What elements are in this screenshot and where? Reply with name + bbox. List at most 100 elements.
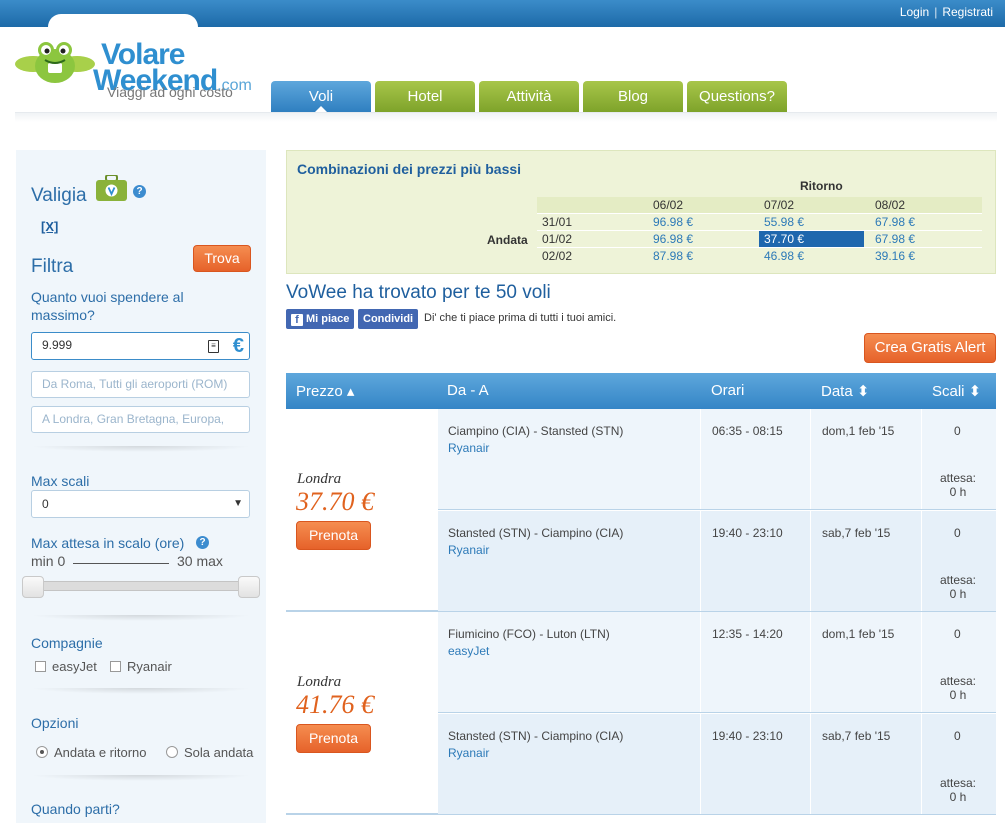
slider-max-handle[interactable] [238, 576, 260, 598]
clear-valigia-link[interactable]: [X] [41, 219, 58, 234]
tab-questions[interactable]: Questions? [687, 81, 787, 112]
wait-range-slider[interactable] [22, 576, 260, 598]
checkbox-box[interactable] [110, 661, 121, 672]
wait-label: attesa: [939, 674, 977, 688]
max-stops-label: Max scali [31, 473, 90, 489]
flight-segment: Stansted (STN) - Ciampino (CIA) Ryanair … [438, 511, 996, 611]
segment-carrier: Ryanair [448, 746, 490, 760]
options-label: Opzioni [31, 715, 79, 731]
matrix-outbound-label: Andata [487, 233, 528, 247]
flight-segment: Ciampino (CIA) - Stansted (STN) Ryanair … [438, 409, 996, 510]
segment-wait: attesa: 0 h [928, 471, 988, 499]
max-wait-label: Max attesa in scalo (ore) [31, 535, 185, 551]
times-column: Orari [711, 382, 745, 399]
book-button[interactable]: Prenota [296, 724, 371, 753]
flight-result: Londra 37.70 € Prenota Ciampino (CIA) - … [286, 409, 996, 612]
wait-value: 0 h [949, 688, 967, 702]
account-links: Login | Registrati [900, 5, 993, 19]
matrix-price[interactable]: 96.98 € [648, 214, 693, 230]
tab-voli[interactable]: Voli [271, 81, 371, 112]
find-button[interactable]: Trova [193, 245, 251, 272]
matrix-price[interactable]: 67.98 € [870, 214, 915, 230]
radio-button[interactable] [166, 746, 178, 758]
segment-times: 19:40 - 23:10 [712, 729, 783, 743]
segment-stops: 0 [954, 627, 961, 641]
price-matrix: Combinazioni dei prezzi più bassi Ritorn… [286, 150, 996, 274]
book-button[interactable]: Prenota [296, 521, 371, 550]
matrix-price[interactable]: 67.98 € [870, 231, 915, 247]
segment-stops: 0 [954, 424, 961, 438]
segment-wait: attesa: 0 h [928, 776, 988, 804]
matrix-price[interactable]: 96.98 € [648, 231, 693, 247]
create-alert-button[interactable]: Crea Gratis Alert [864, 333, 996, 363]
airlines-label: Compagnie [31, 635, 103, 651]
section-divider [30, 615, 252, 621]
budget-input[interactable]: 9.999 ≡ € [31, 332, 250, 360]
dropdown-arrow-icon: ▼ [233, 498, 243, 509]
wait-value: 0 h [949, 790, 967, 804]
segment-times: 06:35 - 08:15 [712, 424, 783, 438]
column-divider [700, 511, 701, 611]
segment-carrier: Ryanair [448, 441, 490, 455]
matrix-price[interactable]: 46.98 € [759, 248, 804, 264]
to-input[interactable]: A Londra, Gran Bretagna, Europa, [31, 406, 250, 433]
segment-wait: attesa: 0 h [928, 674, 988, 702]
matrix-row: 02/02 87.98 € 46.98 € 39.16 € [537, 248, 982, 265]
header-divider [15, 112, 997, 122]
column-divider [921, 612, 922, 712]
matrix-price[interactable]: 55.98 € [759, 214, 804, 230]
checkbox-box[interactable] [35, 661, 46, 672]
option-round-trip-radio[interactable]: Andata e ritorno [36, 745, 147, 760]
max-wait-help-icon[interactable]: ? [196, 536, 209, 549]
sort-price-column[interactable]: Prezzo ▴ [296, 382, 354, 400]
tab-hotel[interactable]: Hotel [375, 81, 475, 112]
segment-stops: 0 [954, 526, 961, 540]
results-count: VoWee ha trovato per te 50 voli [286, 282, 551, 303]
segment-route: Ciampino (CIA) - Stansted (STN) [448, 424, 624, 438]
filter-title: Filtra [31, 256, 74, 277]
login-link[interactable]: Login [900, 5, 929, 19]
max-stops-value: 0 [42, 497, 49, 511]
flight-segment: Fiumicino (FCO) - Luton (LTN) easyJet 12… [438, 612, 996, 713]
section-divider [30, 446, 252, 452]
matrix-price-selected[interactable]: 37.70 € [759, 231, 864, 247]
max-stops-select[interactable]: 0 ▼ [31, 490, 250, 518]
segment-route: Fiumicino (FCO) - Luton (LTN) [448, 627, 610, 641]
site-logo[interactable]: Volare Weekend.com Viaggi ad ogni costo [15, 36, 252, 106]
airline-easyjet-checkbox[interactable]: easyJet [35, 659, 97, 674]
wait-label: attesa: [939, 776, 977, 790]
segment-date: dom,1 feb '15 [822, 424, 895, 438]
sort-stops-column[interactable]: Scali ⬍ [932, 382, 981, 400]
slider-min-handle[interactable] [22, 576, 44, 598]
from-input[interactable]: Da Roma, Tutti gli aeroporti (ROM) [31, 371, 250, 398]
return-date: 08/02 [875, 198, 906, 212]
keypad-icon[interactable]: ≡ [208, 340, 219, 353]
column-divider [700, 612, 701, 712]
radio-button[interactable] [36, 746, 48, 758]
facebook-icon: f [291, 314, 303, 326]
suitcase-icon[interactable] [96, 175, 127, 201]
budget-value: 9.999 [42, 338, 73, 352]
tab-attivita[interactable]: Attività [479, 81, 579, 112]
matrix-return-label: Ritorno [800, 179, 843, 193]
frog-mascot-icon [15, 42, 95, 83]
fb-share-button[interactable]: Condividi [358, 309, 419, 329]
matrix-price[interactable]: 87.98 € [648, 248, 693, 264]
valigia-help-icon[interactable]: ? [133, 185, 146, 198]
wait-label: attesa: [939, 471, 977, 485]
destination-city: Londra [297, 471, 342, 487]
register-link[interactable]: Registrati [942, 5, 993, 19]
return-date: 07/02 [764, 198, 795, 212]
option-one-way-radio[interactable]: Sola andata [166, 745, 253, 760]
sort-date-column[interactable]: Data ⬍ [821, 382, 869, 400]
fb-like-label: Mi piace [306, 313, 350, 325]
segment-date: dom,1 feb '15 [822, 627, 895, 641]
matrix-price[interactable]: 39.16 € [870, 248, 915, 264]
segment-route: Stansted (STN) - Ciampino (CIA) [448, 729, 624, 743]
tab-blog[interactable]: Blog [583, 81, 683, 112]
airline-ryanair-checkbox[interactable]: Ryanair [110, 659, 172, 674]
segment-date: sab,7 feb '15 [822, 526, 891, 540]
section-divider [30, 775, 252, 781]
wait-range-gap [73, 563, 170, 564]
fb-like-button[interactable]: f Mi piace [286, 309, 355, 329]
